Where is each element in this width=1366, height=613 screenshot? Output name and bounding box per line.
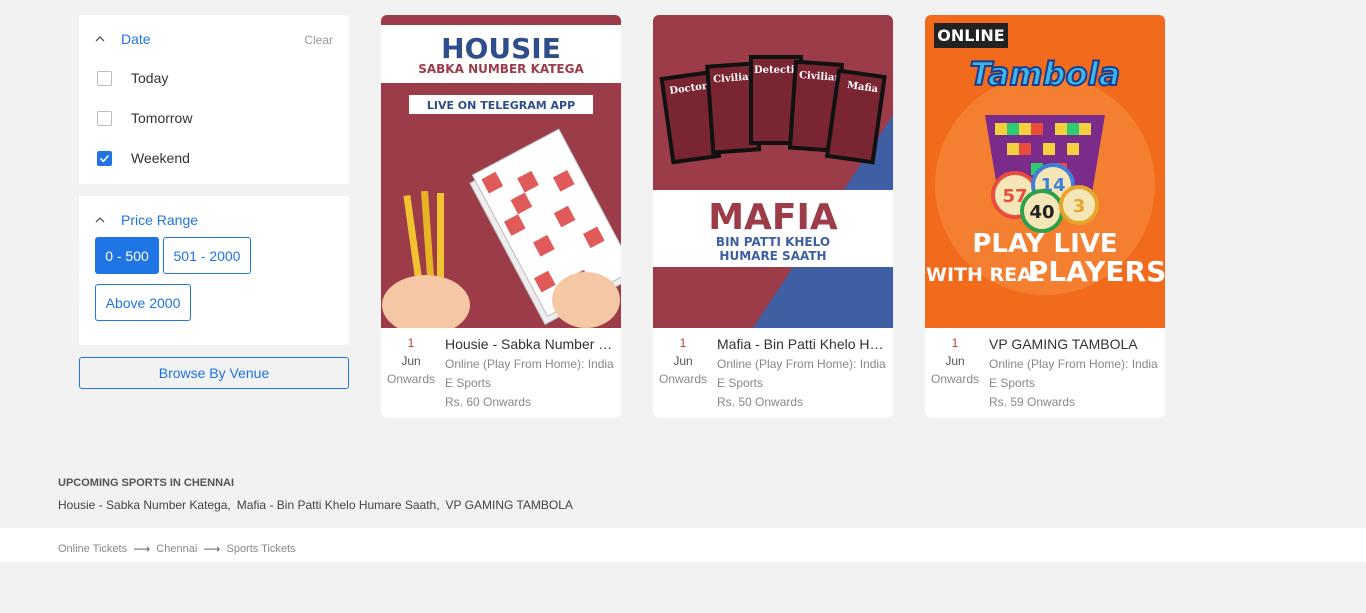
event-date: 1 Jun Onwards bbox=[925, 336, 985, 388]
poster-subheading: SABKA NUMBER KATEGA bbox=[418, 62, 584, 76]
breadcrumb-sports-tickets[interactable]: Sports Tickets bbox=[226, 543, 295, 555]
event-info: Housie - Sabka Number Kategaa Online (Pl… bbox=[445, 336, 617, 412]
date-filter-header[interactable]: Date bbox=[95, 31, 151, 47]
event-day: 1 bbox=[951, 336, 959, 350]
event-title[interactable]: Housie - Sabka Number Kategaa bbox=[445, 336, 617, 352]
event-poster-housie[interactable]: HOUSIE SABKA NUMBER KATEGA LIVE ON TELEG… bbox=[381, 15, 621, 328]
today-checkbox[interactable] bbox=[97, 70, 112, 86]
poster-subline-2: HUMARE SAATH bbox=[719, 249, 826, 263]
event-date: 1 Jun Onwards bbox=[381, 336, 441, 388]
poster-logo: Tambola bbox=[970, 55, 1120, 93]
online-badge: ONLINE bbox=[937, 26, 1004, 45]
date-option-today[interactable]: Today bbox=[97, 68, 168, 88]
event-date: 1 Jun Onwards bbox=[653, 336, 713, 388]
price-filter-header[interactable]: Price Range bbox=[95, 212, 198, 228]
event-title[interactable]: Mafia - Bin Patti Khelo Humare Saath bbox=[717, 336, 889, 352]
event-category: E Sports bbox=[717, 376, 764, 390]
tomorrow-label: Tomorrow bbox=[131, 110, 193, 126]
event-price: Rs. 50 Onwards bbox=[717, 395, 804, 409]
date-filter-panel: Date Clear Today Tomorrow Weekend bbox=[79, 15, 349, 184]
poster-subline-1: BIN PATTI KHELO bbox=[716, 235, 830, 249]
event-card-housie[interactable]: HOUSIE SABKA NUMBER KATEGA LIVE ON TELEG… bbox=[381, 15, 621, 418]
price-filter-panel: Price Range 0 - 500 501 - 2000 Above 200… bbox=[79, 196, 349, 345]
event-poster-mafia[interactable]: Doctor Civilian Detective Civilian Mafia… bbox=[653, 15, 893, 328]
poster-tag: LIVE ON TELEGRAM APP bbox=[427, 99, 575, 112]
upcoming-sports-heading: UPCOMING SPORTS IN CHENNAI bbox=[58, 477, 235, 489]
price-filter-title: Price Range bbox=[121, 212, 199, 228]
event-day: 1 bbox=[407, 336, 415, 350]
date-filter-title: Date bbox=[121, 31, 151, 47]
chevron-up-icon[interactable] bbox=[95, 215, 105, 225]
event-info: VP GAMING TAMBOLA Online (Play From Home… bbox=[989, 336, 1161, 412]
poster-line-2a: WITH REAL bbox=[926, 264, 1044, 286]
event-month: Jun bbox=[401, 354, 421, 368]
date-option-weekend[interactable]: Weekend bbox=[97, 148, 190, 168]
tomorrow-checkbox[interactable] bbox=[97, 110, 112, 126]
event-title[interactable]: VP GAMING TAMBOLA bbox=[989, 336, 1161, 352]
event-onwards: Onwards bbox=[930, 372, 980, 386]
arrow-right-icon: ⟶ bbox=[203, 542, 221, 556]
event-venue: Online (Play From Home): India bbox=[717, 357, 886, 371]
upcoming-link[interactable]: VP GAMING TAMBOLA bbox=[446, 498, 573, 512]
weekend-checkbox[interactable] bbox=[97, 150, 112, 166]
breadcrumb: Online Tickets ⟶ Chennai ⟶ Sports Ticket… bbox=[58, 542, 296, 556]
event-info: Mafia - Bin Patti Khelo Humare Saath Onl… bbox=[717, 336, 889, 412]
event-day: 1 bbox=[679, 336, 687, 350]
footer-breadcrumb-bar: Online Tickets ⟶ Chennai ⟶ Sports Ticket… bbox=[0, 528, 1366, 562]
upcoming-link[interactable]: Mafia - Bin Patti Khelo Humare Saath, bbox=[237, 498, 440, 512]
ball-number: 3 bbox=[1073, 196, 1086, 217]
poster-heading: HOUSIE bbox=[441, 32, 561, 65]
price-range-above-2000[interactable]: Above 2000 bbox=[95, 284, 191, 321]
event-venue: Online (Play From Home): India bbox=[989, 357, 1158, 371]
event-venue: Online (Play From Home): India bbox=[445, 357, 614, 371]
upcoming-sports-list: Housie - Sabka Number Katega, Mafia - Bi… bbox=[58, 498, 579, 512]
price-range-501-2000[interactable]: 501 - 2000 bbox=[163, 237, 251, 274]
checkmark-icon bbox=[99, 154, 110, 162]
ball-number: 40 bbox=[1029, 202, 1054, 223]
event-price: Rs. 60 Onwards bbox=[445, 395, 532, 409]
weekend-label: Weekend bbox=[131, 150, 190, 166]
event-card-mafia[interactable]: Doctor Civilian Detective Civilian Mafia… bbox=[653, 15, 893, 418]
upcoming-link[interactable]: Housie - Sabka Number Katega, bbox=[58, 498, 231, 512]
clear-date-button[interactable]: Clear bbox=[304, 33, 333, 47]
breadcrumb-chennai[interactable]: Chennai bbox=[156, 543, 197, 555]
event-month: Jun bbox=[673, 354, 693, 368]
price-range-0-500[interactable]: 0 - 500 bbox=[95, 237, 159, 274]
event-onwards: Onwards bbox=[658, 372, 708, 386]
chevron-up-icon[interactable] bbox=[95, 34, 105, 44]
today-label: Today bbox=[131, 70, 169, 86]
arrow-right-icon: ⟶ bbox=[133, 542, 151, 556]
poster-heading: MAFIA bbox=[708, 197, 838, 238]
date-option-tomorrow[interactable]: Tomorrow bbox=[97, 108, 192, 128]
event-category: E Sports bbox=[445, 376, 492, 390]
poster-line-2b: PLAYERS bbox=[1028, 255, 1165, 288]
breadcrumb-online-tickets[interactable]: Online Tickets bbox=[58, 543, 127, 555]
event-category: E Sports bbox=[989, 376, 1036, 390]
event-month: Jun bbox=[945, 354, 965, 368]
browse-by-venue-button[interactable]: Browse By Venue bbox=[79, 357, 349, 389]
event-onwards: Onwards bbox=[386, 372, 436, 386]
event-price: Rs. 59 Onwards bbox=[989, 395, 1076, 409]
event-card-tambola[interactable]: ONLINE Tambola 57 14 40 3 PLAY LIVE WITH… bbox=[925, 15, 1165, 418]
event-poster-tambola[interactable]: ONLINE Tambola 57 14 40 3 PLAY LIVE WITH… bbox=[925, 15, 1165, 328]
